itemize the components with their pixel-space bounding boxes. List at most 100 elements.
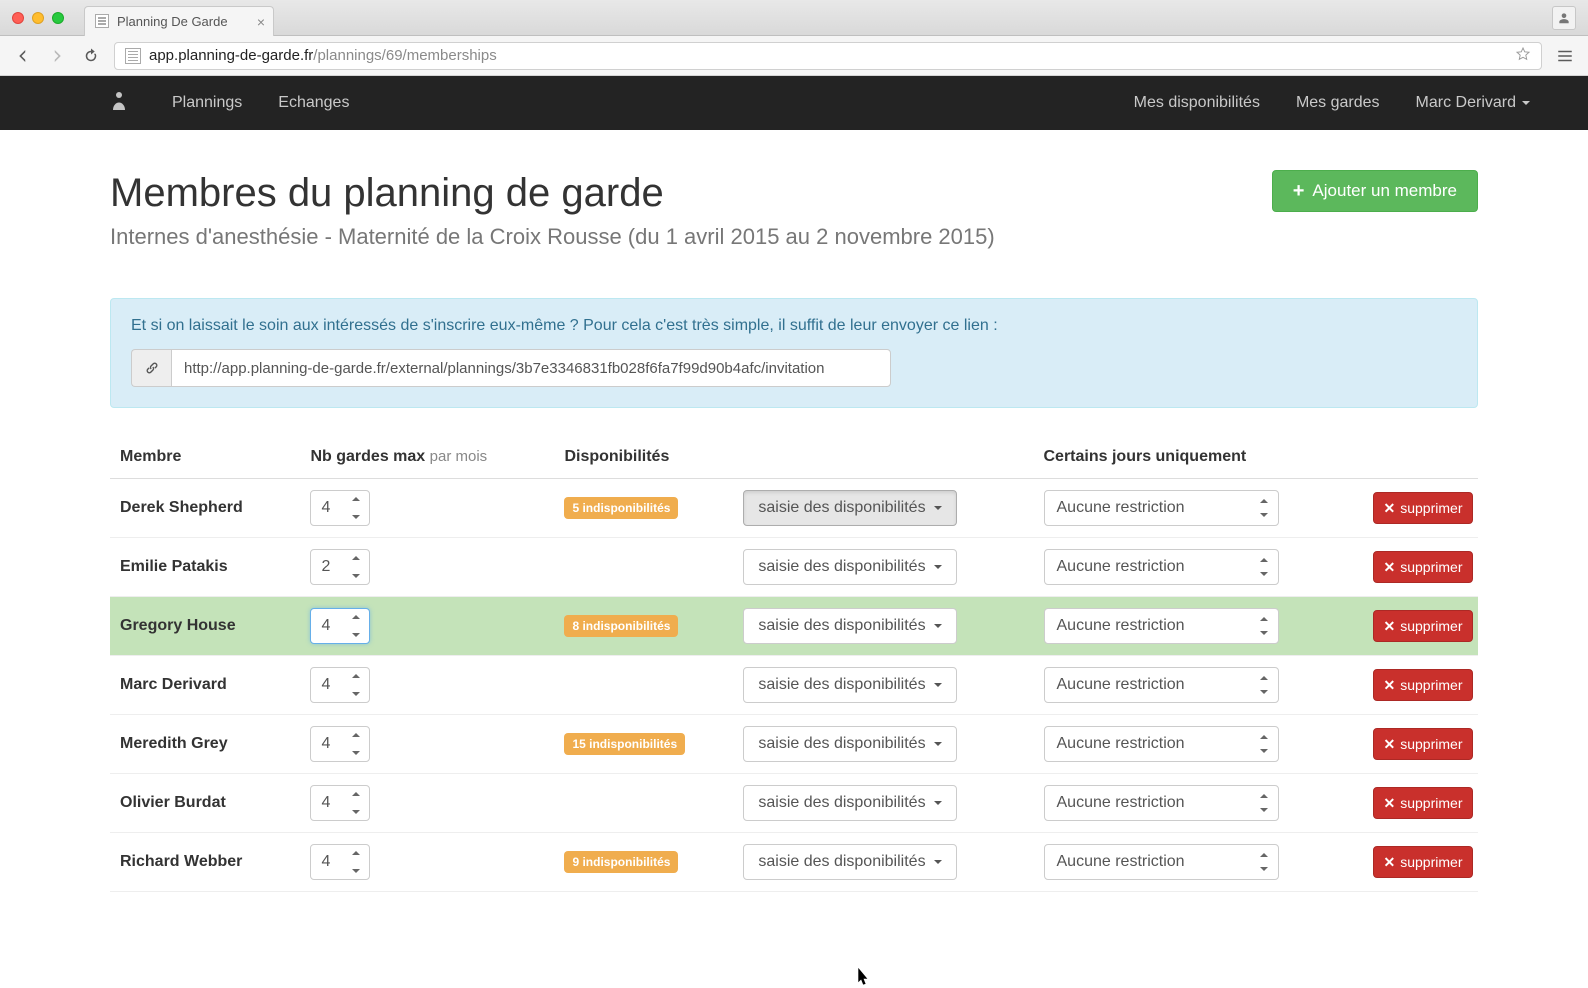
delete-label: supprimer — [1400, 677, 1462, 693]
restriction-value: Aucune restriction — [1057, 499, 1185, 517]
select-arrows-icon — [1260, 672, 1272, 698]
nb-gardes-value: 4 — [321, 499, 330, 517]
saisie-disponibilites-dropdown[interactable]: saisie des disponibilités — [743, 667, 956, 703]
indisponibilites-badge: 8 indisponibilités — [564, 615, 678, 637]
delete-member-button[interactable]: ✕supprimer — [1373, 492, 1474, 524]
nb-gardes-stepper[interactable]: 4 — [310, 490, 370, 526]
nb-gardes-value: 4 — [321, 735, 330, 753]
window-zoom-button[interactable] — [52, 12, 64, 24]
saisie-disponibilites-dropdown[interactable]: saisie des disponibilités — [743, 490, 956, 526]
delete-label: supprimer — [1400, 618, 1462, 634]
nav-mes-dispos-label: Mes disponibilités — [1134, 94, 1260, 112]
nb-gardes-stepper[interactable]: 4 — [310, 608, 370, 644]
dropdown-label: saisie des disponibilités — [758, 794, 925, 812]
window-close-button[interactable] — [12, 12, 24, 24]
page-subtitle: Internes d'anesthésie - Maternité de la … — [110, 224, 995, 250]
forward-button[interactable] — [46, 45, 68, 67]
delete-member-button[interactable]: ✕supprimer — [1373, 846, 1474, 878]
nav-plannings[interactable]: Plannings — [154, 76, 260, 130]
chrome-menu-button[interactable] — [1554, 45, 1576, 67]
restriction-select[interactable]: Aucune restriction — [1044, 490, 1279, 526]
stepper-arrows-icon — [352, 493, 366, 523]
indisponibilites-badge: 15 indisponibilités — [564, 733, 685, 755]
col-membre-label: Membre — [120, 448, 181, 465]
brand-logo-icon[interactable] — [110, 90, 128, 117]
dropdown-label: saisie des disponibilités — [758, 558, 925, 576]
nb-gardes-value: 4 — [321, 676, 330, 694]
invite-url-input[interactable] — [171, 349, 891, 387]
select-arrows-icon — [1260, 849, 1272, 875]
nb-gardes-value: 4 — [321, 617, 330, 635]
restriction-select[interactable]: Aucune restriction — [1044, 726, 1279, 762]
chevron-down-icon — [934, 565, 942, 573]
indisponibilites-badge: 5 indisponibilités — [564, 497, 678, 519]
traffic-lights — [12, 12, 64, 24]
restriction-value: Aucune restriction — [1057, 794, 1185, 812]
delete-member-button[interactable]: ✕supprimer — [1373, 728, 1474, 760]
saisie-disponibilites-dropdown[interactable]: saisie des disponibilités — [743, 726, 956, 762]
saisie-disponibilites-dropdown[interactable]: saisie des disponibilités — [743, 549, 956, 585]
address-bar[interactable]: app.planning-de-garde.fr/plannings/69/me… — [114, 42, 1542, 70]
mouse-cursor-icon — [852, 965, 872, 988]
nav-user-name: Marc Derivard — [1416, 94, 1516, 112]
delete-label: supprimer — [1400, 500, 1462, 516]
close-icon: ✕ — [1384, 559, 1396, 576]
saisie-disponibilites-dropdown[interactable]: saisie des disponibilités — [743, 844, 956, 880]
back-button[interactable] — [12, 45, 34, 67]
delete-label: supprimer — [1400, 559, 1462, 575]
nav-echanges-label: Echanges — [278, 94, 349, 112]
chrome-profile-button[interactable] — [1552, 6, 1576, 30]
window-chrome: Planning De Garde × — [0, 0, 1588, 36]
table-row: Richard Webber49 indisponibilitéssaisie … — [110, 833, 1478, 892]
site-info-icon[interactable] — [125, 48, 141, 64]
table-row: Meredith Grey415 indisponibilitéssaisie … — [110, 715, 1478, 774]
col-nb-suffix: par mois — [430, 448, 488, 465]
nav-mes-gardes[interactable]: Mes gardes — [1278, 76, 1398, 130]
app-navbar: Plannings Echanges Mes disponibilités Me… — [0, 76, 1588, 130]
table-row: Derek Shepherd45 indisponibilitéssaisie … — [110, 479, 1478, 538]
stepper-arrows-icon — [352, 611, 366, 641]
members-table: Membre Nb gardes max par mois Disponibil… — [110, 436, 1478, 892]
saisie-disponibilites-dropdown[interactable]: saisie des disponibilités — [743, 608, 956, 644]
restriction-select[interactable]: Aucune restriction — [1044, 785, 1279, 821]
nb-gardes-value: 4 — [321, 794, 330, 812]
restriction-select[interactable]: Aucune restriction — [1044, 549, 1279, 585]
restriction-select[interactable]: Aucune restriction — [1044, 844, 1279, 880]
add-member-button[interactable]: + Ajouter un membre — [1272, 170, 1478, 212]
page-content: Membres du planning de garde Internes d'… — [0, 130, 1588, 892]
nb-gardes-stepper[interactable]: 4 — [310, 667, 370, 703]
nav-user-menu[interactable]: Marc Derivard — [1398, 76, 1548, 130]
col-nb-label: Nb gardes max — [310, 448, 425, 465]
nav-mes-disponibilites[interactable]: Mes disponibilités — [1116, 76, 1278, 130]
restriction-select[interactable]: Aucune restriction — [1044, 608, 1279, 644]
delete-member-button[interactable]: ✕supprimer — [1373, 610, 1474, 642]
table-row: Gregory House48 indisponibilitéssaisie d… — [110, 597, 1478, 656]
page-title: Membres du planning de garde — [110, 170, 995, 216]
nb-gardes-stepper[interactable]: 4 — [310, 726, 370, 762]
url-path: /plannings/69/memberships — [313, 47, 496, 64]
restriction-select[interactable]: Aucune restriction — [1044, 667, 1279, 703]
nb-gardes-stepper[interactable]: 4 — [310, 844, 370, 880]
nav-plannings-label: Plannings — [172, 94, 242, 112]
close-icon: ✕ — [1384, 500, 1396, 517]
browser-tab[interactable]: Planning De Garde × — [84, 6, 274, 36]
stepper-arrows-icon — [352, 729, 366, 759]
tab-close-icon[interactable]: × — [257, 14, 265, 30]
nb-gardes-stepper[interactable]: 2 — [310, 549, 370, 585]
close-icon: ✕ — [1384, 795, 1396, 812]
bookmark-star-icon[interactable] — [1515, 46, 1531, 66]
nav-echanges[interactable]: Echanges — [260, 76, 367, 130]
nb-gardes-stepper[interactable]: 4 — [310, 785, 370, 821]
member-name: Marc Derivard — [120, 676, 227, 693]
delete-member-button[interactable]: ✕supprimer — [1373, 787, 1474, 819]
tab-title: Planning De Garde — [117, 14, 228, 29]
chevron-down-icon — [934, 624, 942, 632]
saisie-disponibilites-dropdown[interactable]: saisie des disponibilités — [743, 785, 956, 821]
select-arrows-icon — [1260, 554, 1272, 580]
window-minimize-button[interactable] — [32, 12, 44, 24]
delete-member-button[interactable]: ✕supprimer — [1373, 669, 1474, 701]
delete-member-button[interactable]: ✕supprimer — [1373, 551, 1474, 583]
chevron-down-icon — [934, 742, 942, 750]
restriction-value: Aucune restriction — [1057, 558, 1185, 576]
reload-button[interactable] — [80, 45, 102, 67]
